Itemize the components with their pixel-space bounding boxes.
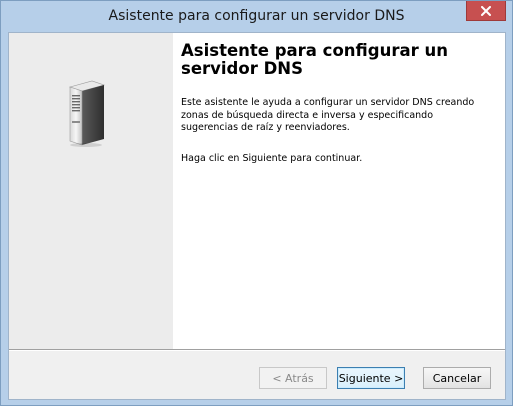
wizard-content: Asistente para configurar un servidor DN…: [8, 32, 506, 400]
window-title: Asistente para configurar un servidor DN…: [108, 8, 405, 24]
wizard-main-panel: Asistente para configurar un servidor DN…: [173, 33, 505, 349]
wizard-continue-text: Haga clic en Siguiente para continuar.: [181, 153, 363, 164]
wizard-side-panel: [9, 33, 173, 349]
close-button[interactable]: [466, 1, 506, 21]
close-icon: [481, 5, 491, 16]
wizard-description: Este asistente le ayuda a configurar un …: [181, 97, 475, 133]
button-bar: < Atrás Siguiente > Cancelar: [9, 351, 505, 399]
back-button[interactable]: < Atrás: [259, 367, 327, 389]
wizard-heading: Asistente para configurar un servidor DN…: [181, 41, 448, 78]
server-icon: [66, 77, 108, 147]
next-button[interactable]: Siguiente >: [337, 367, 405, 389]
title-bar[interactable]: Asistente para configurar un servidor DN…: [1, 1, 512, 32]
wizard-window: Asistente para configurar un servidor DN…: [0, 0, 513, 406]
cancel-button[interactable]: Cancelar: [423, 367, 491, 389]
